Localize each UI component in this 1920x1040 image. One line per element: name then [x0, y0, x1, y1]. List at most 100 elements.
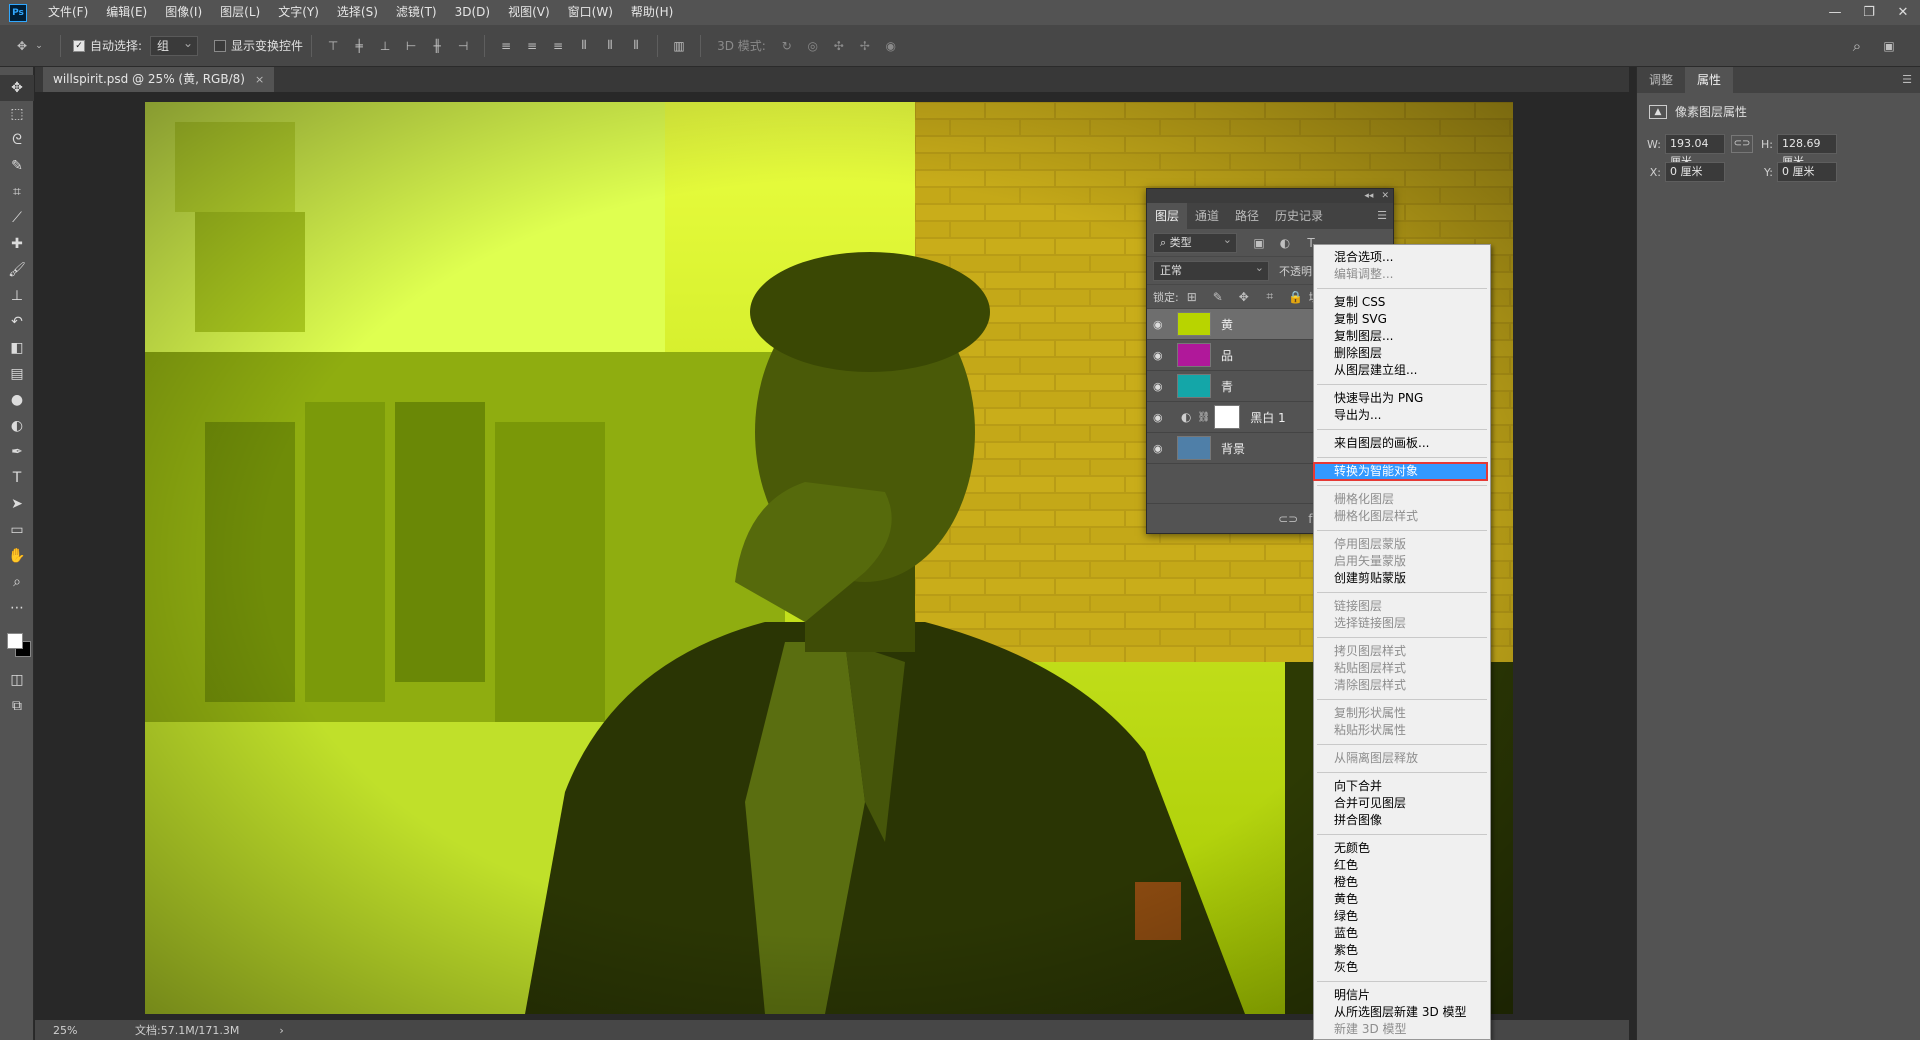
- 3d-orbit-icon[interactable]: ↻: [779, 38, 795, 54]
- tab-layers[interactable]: 图层: [1147, 203, 1188, 229]
- 3d-slide-icon[interactable]: ✢: [857, 38, 873, 54]
- align-top-icon[interactable]: ⊤: [325, 38, 341, 54]
- lock-artboard-icon[interactable]: ⌗: [1262, 289, 1278, 305]
- distribute-right-icon[interactable]: ⫴: [628, 38, 644, 54]
- 3d-scale-icon[interactable]: ◉: [883, 38, 899, 54]
- convert-to-smart-object-item[interactable]: 转换为智能对象: [1313, 462, 1488, 481]
- blur-tool-icon[interactable]: ●: [0, 387, 34, 413]
- search-icon[interactable]: ⌕: [1849, 37, 1865, 55]
- panel-menu-icon[interactable]: ☰: [1377, 209, 1387, 222]
- distribute-top-icon[interactable]: ≡: [498, 38, 514, 54]
- visibility-eye-icon[interactable]: ◉: [1153, 411, 1169, 424]
- y-field[interactable]: 0 厘米: [1777, 162, 1837, 182]
- auto-select-checkbox[interactable]: ✓: [73, 39, 85, 52]
- align-left-icon[interactable]: ⊢: [403, 38, 419, 54]
- context-menu-item[interactable]: 灰色: [1314, 959, 1490, 976]
- pen-tool-icon[interactable]: ✒: [0, 439, 34, 465]
- 3d-roll-icon[interactable]: ◎: [805, 38, 821, 54]
- auto-select-option[interactable]: ✓ 自动选择:: [73, 37, 142, 54]
- close-panel-icon[interactable]: ✕: [1381, 191, 1389, 201]
- layer-thumbnail[interactable]: [1177, 343, 1211, 367]
- distribute-bottom-icon[interactable]: ≡: [550, 38, 566, 54]
- close-window-button[interactable]: ✕: [1886, 0, 1920, 25]
- menu-item[interactable]: 文件(F): [39, 0, 97, 25]
- minimize-button[interactable]: —: [1818, 0, 1852, 25]
- context-menu-item[interactable]: 复制 SVG: [1314, 311, 1490, 328]
- height-field[interactable]: 128.69 厘米: [1777, 134, 1837, 168]
- lock-transparent-icon[interactable]: ⊞: [1184, 289, 1200, 305]
- filter-adjust-icon[interactable]: ◐: [1277, 235, 1293, 251]
- distribute-left-icon[interactable]: ⫴: [576, 38, 592, 54]
- context-menu-item[interactable]: 蓝色: [1314, 925, 1490, 942]
- context-menu-item[interactable]: 合并可见图层: [1314, 795, 1490, 812]
- visibility-eye-icon[interactable]: ◉: [1153, 380, 1169, 393]
- menu-item[interactable]: 图层(L): [211, 0, 269, 25]
- visibility-eye-icon[interactable]: ◉: [1153, 442, 1169, 455]
- document-tab[interactable]: willspirit.psd @ 25% (黄, RGB/8) ×: [43, 67, 275, 92]
- 3d-drag-icon[interactable]: ✣: [831, 38, 847, 54]
- panel-menu-icon[interactable]: ☰: [1902, 73, 1912, 86]
- context-menu-item[interactable]: 导出为...: [1314, 407, 1490, 424]
- menu-item[interactable]: 文字(Y): [269, 0, 328, 25]
- close-tab-icon[interactable]: ×: [255, 67, 264, 92]
- context-menu-item[interactable]: 绿色: [1314, 908, 1490, 925]
- marquee-tool-icon[interactable]: ⬚: [0, 101, 34, 127]
- collapse-icon[interactable]: ◂◂: [1364, 191, 1373, 201]
- align-right-icon[interactable]: ⊣: [455, 38, 471, 54]
- lock-position-icon[interactable]: ✥: [1236, 289, 1252, 305]
- context-menu-item[interactable]: 来自图层的画板...: [1314, 435, 1490, 452]
- history-brush-tool-icon[interactable]: ↶: [0, 309, 34, 335]
- rectangle-tool-icon[interactable]: ▭: [0, 517, 34, 543]
- type-tool-icon[interactable]: T: [0, 465, 34, 491]
- quick-select-tool-icon[interactable]: ✎: [0, 153, 34, 179]
- context-menu-item[interactable]: 红色: [1314, 857, 1490, 874]
- tab-history[interactable]: 历史记录: [1267, 203, 1331, 229]
- healing-brush-tool-icon[interactable]: ✚: [0, 231, 34, 257]
- menu-item[interactable]: 帮助(H): [622, 0, 682, 25]
- quick-mask-icon[interactable]: ◫: [0, 667, 34, 693]
- context-menu-item[interactable]: 快速导出为 PNG: [1314, 390, 1490, 407]
- layer-filter-dropdown[interactable]: ⌕ 类型: [1153, 231, 1237, 253]
- context-menu-item[interactable]: 紫色: [1314, 942, 1490, 959]
- context-menu-item[interactable]: 无颜色: [1314, 840, 1490, 857]
- panel-titlebar[interactable]: ◂◂ ✕: [1147, 189, 1393, 203]
- context-menu-item[interactable]: 从所选图层新建 3D 模型: [1314, 1004, 1490, 1021]
- width-field[interactable]: 193.04 厘米: [1665, 134, 1725, 168]
- align-hcenter-icon[interactable]: ╫: [429, 38, 445, 54]
- context-menu-item[interactable]: 从图层建立组...: [1314, 362, 1490, 379]
- brush-tool-icon[interactable]: 🖌: [0, 257, 34, 283]
- context-menu-item[interactable]: 混合选项...: [1314, 249, 1490, 266]
- tab-adjustments[interactable]: 调整: [1637, 67, 1685, 93]
- blend-mode-dropdown[interactable]: 正常: [1153, 259, 1269, 281]
- distribute-hcenter-icon[interactable]: ⫴: [602, 38, 618, 54]
- visibility-eye-icon[interactable]: ◉: [1153, 318, 1169, 331]
- gradient-tool-icon[interactable]: ▤: [0, 361, 34, 387]
- link-layers-icon[interactable]: ⊂⊃: [1278, 512, 1298, 526]
- path-select-tool-icon[interactable]: ➤: [0, 491, 34, 517]
- eyedropper-tool-icon[interactable]: ⟋: [0, 205, 34, 231]
- link-icon[interactable]: ⊂⊃: [1731, 135, 1753, 153]
- distribute-vcenter-icon[interactable]: ≡: [524, 38, 540, 54]
- move-tool-icon[interactable]: ✥: [14, 38, 30, 54]
- layer-name[interactable]: 品: [1221, 347, 1233, 364]
- filter-pixel-icon[interactable]: ▣: [1251, 235, 1267, 251]
- layer-thumbnail[interactable]: [1177, 312, 1211, 336]
- context-menu-item[interactable]: 黄色: [1314, 891, 1490, 908]
- lock-all-icon[interactable]: 🔒: [1288, 289, 1304, 305]
- screen-mode-icon[interactable]: ⧉: [0, 693, 34, 719]
- x-field[interactable]: 0 厘米: [1665, 162, 1725, 182]
- foreground-color-swatch[interactable]: [7, 633, 23, 649]
- context-menu-item[interactable]: 明信片: [1314, 987, 1490, 1004]
- menu-item[interactable]: 3D(D): [446, 0, 499, 25]
- context-menu-item[interactable]: 橙色: [1314, 874, 1490, 891]
- status-menu-arrow[interactable]: ›: [279, 1024, 283, 1037]
- layer-thumbnail[interactable]: [1177, 436, 1211, 460]
- auto-align-icon[interactable]: ▥: [671, 38, 687, 54]
- layer-name[interactable]: 背景: [1221, 440, 1245, 457]
- menu-item[interactable]: 编辑(E): [97, 0, 156, 25]
- menu-item[interactable]: 窗口(W): [559, 0, 622, 25]
- tab-channels[interactable]: 通道: [1187, 203, 1227, 229]
- lasso-tool-icon[interactable]: ᘓ: [0, 127, 34, 153]
- menu-item[interactable]: 滤镜(T): [387, 0, 446, 25]
- show-transform-checkbox[interactable]: [214, 39, 227, 52]
